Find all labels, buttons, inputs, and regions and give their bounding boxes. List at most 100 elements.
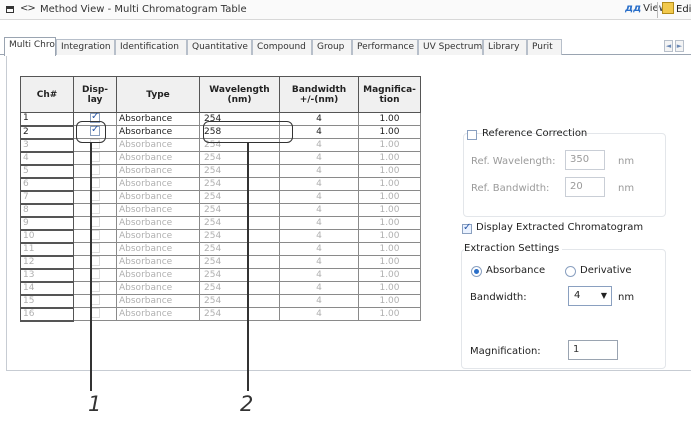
table-row[interactable]: 16 Absorbance 254 4 1.00 [20,307,421,322]
cell-ch[interactable]: 14 [20,281,74,296]
cell-wavelength[interactable]: 254 [199,164,280,178]
cell-display[interactable] [73,255,117,269]
cell-display[interactable] [73,307,117,321]
cell-ch[interactable]: 3 [20,138,74,153]
cell-type[interactable]: Absorbance [116,190,200,204]
cell-display[interactable] [73,268,117,282]
table-row[interactable]: 13 Absorbance 254 4 1.00 [20,268,421,283]
cell-wavelength[interactable]: 254 [199,229,280,243]
cell-ch[interactable]: 13 [20,268,74,283]
cell-magnification[interactable]: 1.00 [358,138,421,152]
window-menu-icon[interactable] [6,6,14,13]
cell-bandwidth[interactable]: 4 [279,268,359,282]
magnification-input[interactable]: 1 [568,340,618,360]
table-row[interactable]: 10 Absorbance 254 4 1.00 [20,229,421,244]
cell-type[interactable]: Absorbance [116,281,200,295]
cell-bandwidth[interactable]: 4 [279,164,359,178]
cell-ch[interactable]: 15 [20,294,74,309]
cell-bandwidth[interactable]: 4 [279,151,359,165]
tab-multi-chrom[interactable]: Multi Chrom [4,37,56,56]
cell-bandwidth[interactable]: 4 [279,294,359,308]
cell-ch[interactable]: 5 [20,164,74,179]
cell-display[interactable] [73,216,117,230]
cell-wavelength[interactable]: 254 [199,151,280,165]
derivative-radio[interactable] [565,266,576,277]
cell-type[interactable]: Absorbance [116,151,200,165]
cell-ch[interactable]: 7 [20,190,74,205]
cell-wavelength[interactable]: 254 [199,268,280,282]
table-row[interactable]: 14 Absorbance 254 4 1.00 [20,281,421,296]
cell-bandwidth[interactable]: 4 [279,307,359,321]
edit-button[interactable]: Edit [657,2,691,18]
cell-bandwidth[interactable]: 4 [279,255,359,269]
cell-type[interactable]: Absorbance [116,294,200,308]
cell-ch[interactable]: 11 [20,242,74,257]
cell-bandwidth[interactable]: 4 [279,229,359,243]
cell-bandwidth[interactable]: 4 [279,242,359,256]
cell-display[interactable] [73,177,117,191]
tab-group[interactable]: Group [312,39,352,55]
cell-type[interactable]: Absorbance [116,268,200,282]
cell-type[interactable]: Absorbance [116,255,200,269]
tab-integration[interactable]: Integration [56,39,115,55]
cell-display[interactable] [73,190,117,204]
cell-wavelength[interactable]: 254 [199,281,280,295]
table-row[interactable]: 5 Absorbance 254 4 1.00 [20,164,421,179]
cell-magnification[interactable]: 1.00 [358,307,421,321]
cell-ch[interactable]: 8 [20,203,74,218]
cell-bandwidth[interactable]: 4 [279,281,359,295]
cell-magnification[interactable]: 1.00 [358,151,421,165]
cell-display[interactable] [73,164,117,178]
cell-wavelength[interactable]: 254 [199,294,280,308]
cell-ch[interactable]: 12 [20,255,74,270]
cell-bandwidth[interactable]: 4 [279,216,359,230]
cell-type[interactable]: Absorbance [116,216,200,230]
cell-magnification[interactable]: 1.00 [358,112,421,126]
cell-magnification[interactable]: 1.00 [358,255,421,269]
cell-ch[interactable]: 1 [20,112,74,127]
table-row[interactable]: 15 Absorbance 254 4 1.00 [20,294,421,309]
table-row[interactable]: 6 Absorbance 254 4 1.00 [20,177,421,192]
cell-bandwidth[interactable]: 4 [279,177,359,191]
cell-magnification[interactable]: 1.00 [358,281,421,295]
cell-display[interactable] [73,229,117,243]
cell-ch[interactable]: 10 [20,229,74,244]
tab-purity[interactable]: Purit [527,39,562,55]
cell-magnification[interactable]: 1.00 [358,177,421,191]
display-extracted-chromatogram-checkbox[interactable] [462,222,472,234]
cell-type[interactable]: Absorbance [116,164,200,178]
cell-display[interactable] [73,151,117,165]
display-checkbox[interactable] [90,204,100,215]
tab-compound[interactable]: Compound [252,39,312,55]
display-checkbox[interactable] [90,243,100,254]
cell-wavelength[interactable]: 254 [199,203,280,217]
cell-type[interactable]: Absorbance [116,125,200,139]
cell-magnification[interactable]: 1.00 [358,229,421,243]
display-checkbox[interactable] [90,178,100,189]
display-checkbox[interactable] [90,152,100,163]
cell-display[interactable] [73,294,117,308]
table-row[interactable]: 9 Absorbance 254 4 1.00 [20,216,421,231]
table-row[interactable]: 4 Absorbance 254 4 1.00 [20,151,421,166]
display-checkbox[interactable] [90,269,100,280]
cell-type[interactable]: Absorbance [116,229,200,243]
cell-ch[interactable]: 9 [20,216,74,231]
cell-wavelength[interactable]: 254 [199,177,280,191]
tab-performance[interactable]: Performance [352,39,418,55]
cell-bandwidth[interactable]: 4 [279,190,359,204]
cell-bandwidth[interactable]: 4 [279,203,359,217]
table-row[interactable]: 7 Absorbance 254 4 1.00 [20,190,421,205]
cell-magnification[interactable]: 1.00 [358,125,421,139]
cell-type[interactable]: Absorbance [116,138,200,152]
cell-type[interactable]: Absorbance [116,203,200,217]
cell-display[interactable] [73,281,117,295]
tab-library[interactable]: Library [483,39,527,55]
extraction-bandwidth-select[interactable]: 4 ▼ [568,286,612,306]
display-checkbox[interactable] [90,256,100,267]
display-checkbox[interactable] [90,165,100,176]
cell-ch[interactable]: 16 [20,307,74,322]
cell-ch[interactable]: 6 [20,177,74,192]
cell-ch[interactable]: 2 [20,125,74,140]
cell-magnification[interactable]: 1.00 [358,190,421,204]
tab-uv-spectrum[interactable]: UV Spectrum [418,39,483,55]
